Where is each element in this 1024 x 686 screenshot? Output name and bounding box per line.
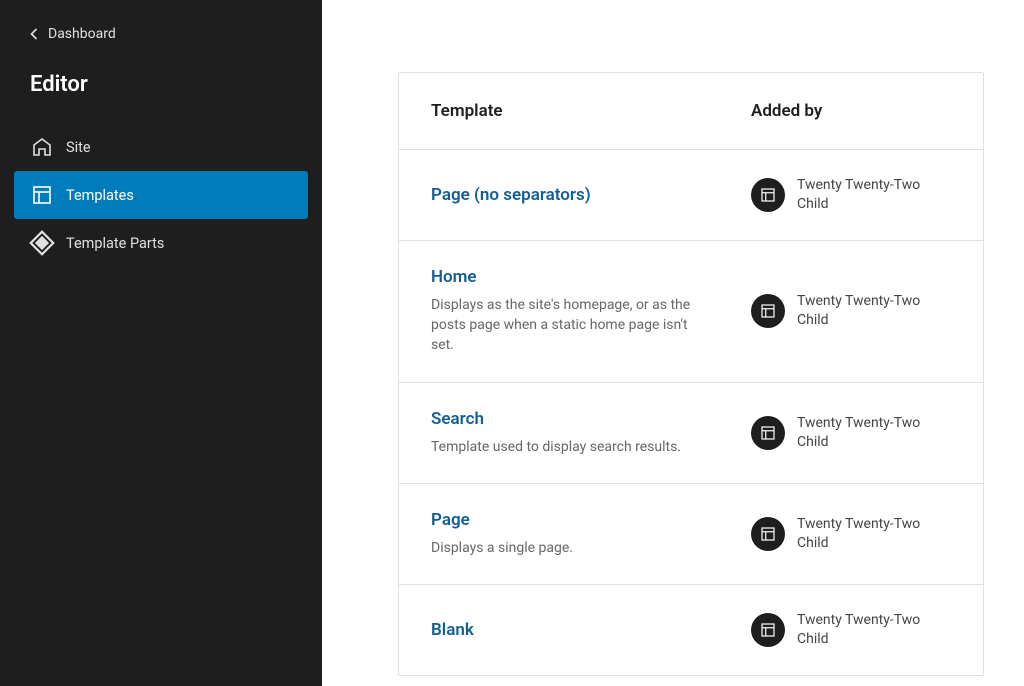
table-row: Search Template used to display search r… [399,383,983,484]
theme-name: Twenty Twenty-Two Child [797,414,951,452]
template-description: Template used to display search results. [431,437,691,457]
chevron-left-icon [24,24,44,44]
nav-item-templates[interactable]: Templates [14,171,308,219]
main-content: Template Added by Page (no separators) T… [322,0,1024,686]
home-icon [30,135,54,159]
added-by-cell: Twenty Twenty-Two Child [751,611,951,649]
editor-title: Editor [0,72,322,117]
theme-avatar [751,517,785,551]
back-to-dashboard-link[interactable]: Dashboard [0,24,322,72]
added-by-cell: Twenty Twenty-Two Child [751,292,951,330]
template-link-home[interactable]: Home [431,267,477,287]
layout-icon [759,302,777,320]
back-label: Dashboard [48,26,116,42]
table-row: Blank Twenty Twenty-Two Child [399,585,983,675]
table-row: Home Displays as the site's homepage, or… [399,241,983,383]
theme-name: Twenty Twenty-Two Child [797,292,951,330]
layout-icon [759,621,777,639]
template-link-page[interactable]: Page [431,510,470,530]
added-by-cell: Twenty Twenty-Two Child [751,414,951,452]
column-header-added-by: Added by [751,101,951,121]
nav-item-label: Templates [66,187,134,204]
layout-icon [759,186,777,204]
layout-icon [759,525,777,543]
sidebar: Dashboard Editor Site Templates Template… [0,0,322,686]
theme-name: Twenty Twenty-Two Child [797,611,951,649]
column-header-template: Template [431,101,751,121]
theme-name: Twenty Twenty-Two Child [797,515,951,553]
template-link-search[interactable]: Search [431,409,484,429]
template-description: Displays as the site's homepage, or as t… [431,295,691,356]
nav-list: Site Templates Template Parts [0,117,322,273]
layout-icon [759,424,777,442]
nav-item-template-parts[interactable]: Template Parts [14,219,308,267]
theme-avatar [751,294,785,328]
templates-table: Template Added by Page (no separators) T… [398,72,984,676]
theme-name: Twenty Twenty-Two Child [797,176,951,214]
template-link-blank[interactable]: Blank [431,620,474,640]
theme-avatar [751,416,785,450]
nav-item-label: Site [66,139,91,156]
added-by-cell: Twenty Twenty-Two Child [751,515,951,553]
layout-icon [30,183,54,207]
nav-item-site[interactable]: Site [14,123,308,171]
template-parts-icon [30,231,54,255]
template-link-page-no-separators[interactable]: Page (no separators) [431,185,591,205]
template-description: Displays a single page. [431,538,691,558]
added-by-cell: Twenty Twenty-Two Child [751,176,951,214]
nav-item-label: Template Parts [66,235,164,252]
table-header: Template Added by [399,73,983,150]
table-row: Page (no separators) Twenty Twenty-Two C… [399,150,983,241]
theme-avatar [751,613,785,647]
theme-avatar [751,178,785,212]
table-row: Page Displays a single page. Twenty Twen… [399,484,983,585]
